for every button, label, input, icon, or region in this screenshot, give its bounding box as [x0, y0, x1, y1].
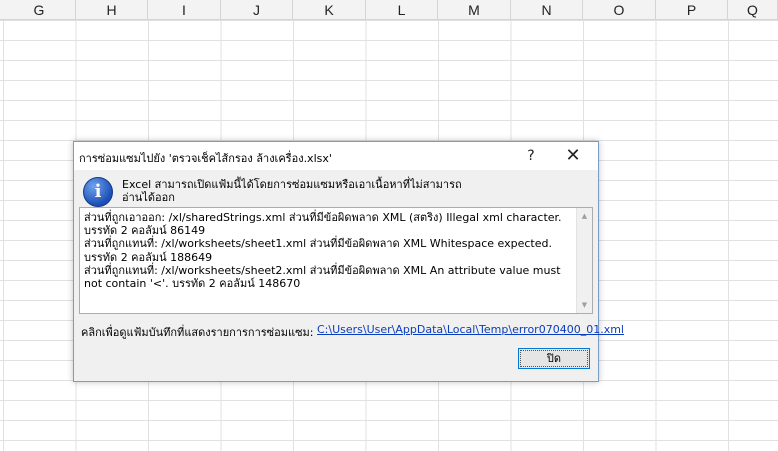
dialog-title: การซ่อมแซมไปยัง 'ตรวจเช็คไส้กรอง ล้างเคร… — [79, 152, 332, 165]
log-file-link[interactable]: C:\Users\User\AppData\Local\Temp\error07… — [317, 323, 624, 336]
log-file-label: คลิกเพื่อดูแฟ้มบันทึกที่แสดงรายการการซ่อ… — [81, 326, 314, 339]
details-scrollbar[interactable]: ▲ ▼ — [576, 208, 592, 313]
column-header-j[interactable]: J — [221, 0, 293, 20]
column-header-g[interactable]: G — [3, 0, 76, 20]
details-entry: ส่วนที่ถูกแทนที่: /xl/worksheets/sheet1.… — [84, 237, 552, 264]
column-header-h[interactable]: H — [76, 0, 148, 20]
column-header-q[interactable]: Q — [728, 0, 778, 20]
column-header-p[interactable]: P — [656, 0, 728, 20]
repair-details-text: ส่วนที่ถูกเอาออก: /xl/sharedStrings.xml … — [84, 211, 572, 290]
details-entry: ส่วนที่ถูกแทนที่: /xl/worksheets/sheet2.… — [84, 263, 561, 291]
dialog-message-line: อ่านได้ออก — [122, 191, 175, 204]
repair-dialog: การซ่อมแซมไปยัง 'ตรวจเช็คไส้กรอง ล้างเคร… — [73, 141, 624, 382]
scroll-down-icon[interactable]: ▼ — [577, 297, 592, 313]
help-button[interactable]: ? — [514, 144, 548, 168]
column-header-l[interactable]: L — [366, 0, 438, 20]
column-header-m[interactable]: M — [438, 0, 511, 20]
column-header-k[interactable]: K — [293, 0, 366, 20]
dialog-message-line: Excel สามารถเปิดแฟ้มนี้ได้โดยการซ่อมแซมห… — [122, 178, 462, 191]
close-button-label: ปิด — [520, 350, 588, 367]
details-entry: ส่วนที่ถูกเอาออก: /xl/sharedStrings.xml … — [84, 211, 562, 238]
dialog-titlebar[interactable]: การซ่อมแซมไปยัง 'ตรวจเช็คไส้กรอง ล้างเคร… — [74, 142, 598, 170]
column-header-n[interactable]: N — [511, 0, 583, 20]
info-icon: i — [83, 177, 113, 207]
column-header-o[interactable]: O — [583, 0, 656, 20]
dialog-message: Excel สามารถเปิดแฟ้มนี้ได้โดยการซ่อมแซมห… — [122, 178, 582, 204]
close-icon[interactable]: ✕ — [556, 144, 590, 168]
column-header-row: G H I J K L M N O P Q — [0, 0, 778, 20]
repair-details-box[interactable]: ส่วนที่ถูกเอาออก: /xl/sharedStrings.xml … — [79, 207, 593, 314]
column-header-i[interactable]: I — [148, 0, 221, 20]
close-button[interactable]: ปิด — [518, 348, 590, 369]
scroll-up-icon[interactable]: ▲ — [577, 208, 592, 224]
